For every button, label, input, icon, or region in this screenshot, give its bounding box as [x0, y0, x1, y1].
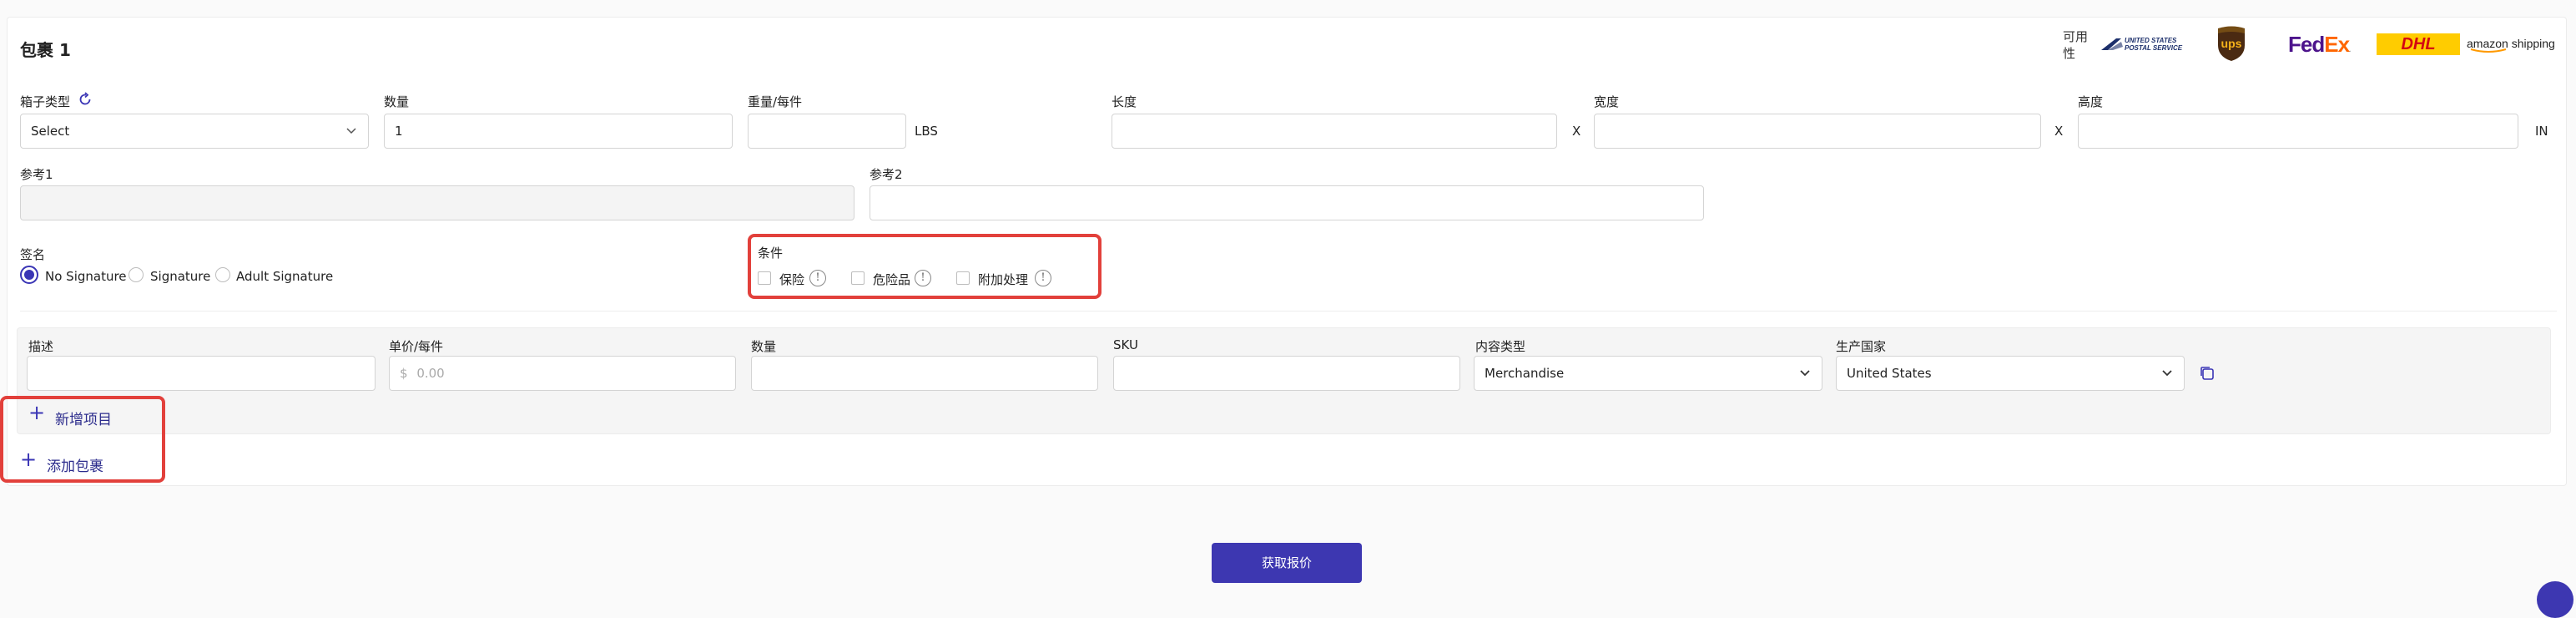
height-unit: IN [2535, 124, 2548, 139]
availability-label: 可用性 [2063, 29, 2089, 61]
item-unit-price-input[interactable]: $ 0.00 [389, 356, 736, 391]
box-type-label: 箱子类型 [20, 94, 71, 109]
section-divider [20, 311, 2557, 312]
conditions-highlight [748, 234, 1101, 299]
dim-separator: X [2054, 124, 2064, 139]
fedex-logo: FedEx. [2288, 32, 2363, 57]
weight-label: 重量/每件 [748, 94, 803, 109]
package-title: 包裹 1 [20, 40, 71, 60]
chevron-down-icon [346, 128, 356, 134]
dim-separator: X [1572, 124, 1581, 139]
info-icon[interactable]: ! [1035, 270, 1051, 286]
ref1-input[interactable] [20, 185, 854, 220]
plus-icon: + [28, 401, 46, 424]
ups-logo: ups [2216, 25, 2247, 62]
chat-bubble-button[interactable] [2537, 581, 2573, 618]
box-type-select[interactable]: Select [20, 114, 369, 149]
usps-logo: UNITED STATES POSTAL SERVICE [2100, 35, 2186, 53]
length-label: 长度 [1112, 94, 1137, 109]
add-package-button[interactable]: + 添加包裹 [18, 448, 135, 476]
item-description-label: 描述 [28, 339, 54, 354]
plus-icon: + [20, 448, 38, 471]
height-label: 高度 [2078, 94, 2104, 109]
conditions-label: 条件 [758, 246, 784, 261]
radio-no-signature-label: No Signature [45, 269, 127, 284]
chevron-down-icon [2162, 370, 2172, 377]
signature-label: 签名 [20, 247, 46, 262]
content-type-select[interactable]: Merchandise [1474, 356, 1822, 391]
content-type-value: Merchandise [1485, 366, 1565, 381]
quantity-input[interactable]: 1 [384, 114, 733, 149]
ref2-label: 参考2 [870, 167, 903, 182]
info-icon[interactable]: ! [915, 270, 931, 286]
checkbox-additional-handling[interactable] [956, 271, 970, 285]
refresh-icon[interactable] [78, 92, 93, 107]
unit-price-placeholder: 0.00 [416, 366, 445, 381]
weight-unit: LBS [915, 124, 938, 139]
ups-logo-text: ups [2221, 37, 2242, 50]
dhl-logo: DHL [2377, 33, 2460, 55]
add-item-button[interactable]: + 新增项目 [27, 401, 144, 429]
currency-prefix: $ [400, 366, 408, 381]
radio-adult-signature-label: Adult Signature [236, 269, 334, 284]
item-content-type-label: 内容类型 [1475, 339, 1526, 354]
width-label: 宽度 [1594, 94, 1620, 109]
length-input[interactable] [1112, 114, 1557, 149]
item-quantity-input[interactable] [751, 356, 1098, 391]
radio-signature[interactable] [129, 267, 144, 282]
quantity-label: 数量 [384, 94, 410, 109]
usps-logo-text: UNITED STATES POSTAL SERVICE [2125, 37, 2183, 52]
item-quantity-label: 数量 [751, 339, 777, 354]
ref2-input[interactable] [870, 185, 1704, 220]
origin-country-select[interactable]: United States [1836, 356, 2185, 391]
copy-icon[interactable] [2200, 366, 2215, 381]
checkbox-insurance[interactable] [758, 271, 771, 285]
item-sku-input[interactable] [1113, 356, 1460, 391]
add-package-label: 添加包裹 [47, 458, 103, 475]
checkbox-dangerous-goods[interactable] [851, 271, 865, 285]
radio-adult-signature[interactable] [215, 267, 230, 282]
get-quote-button[interactable]: 获取报价 [1212, 543, 1362, 583]
box-type-value: Select [31, 124, 70, 139]
weight-input[interactable] [748, 114, 906, 149]
radio-signature-label: Signature [150, 269, 211, 284]
info-icon[interactable]: ! [809, 270, 826, 286]
item-sku-label: SKU [1113, 337, 1138, 352]
checkbox-additional-handling-label: 附加处理 [978, 272, 1029, 287]
checkbox-insurance-label: 保险 [779, 272, 805, 287]
checkbox-dangerous-goods-label: 危险品 [873, 272, 911, 287]
width-input[interactable] [1594, 114, 2041, 149]
chevron-down-icon [1800, 370, 1810, 377]
fedex-logo-text: FedEx. [2288, 32, 2352, 57]
amazon-shipping-logo: amazon shipping [2467, 35, 2567, 53]
radio-no-signature[interactable] [20, 266, 38, 284]
height-input[interactable] [2078, 114, 2518, 149]
item-unit-price-label: 单价/每件 [389, 339, 444, 354]
add-item-label: 新增项目 [55, 412, 112, 428]
item-origin-country-label: 生产国家 [1836, 339, 1887, 354]
ref1-label: 参考1 [20, 167, 53, 182]
dhl-logo-text: DHL [2401, 35, 2436, 53]
item-description-input[interactable] [27, 356, 376, 391]
origin-country-value: United States [1847, 366, 1932, 381]
